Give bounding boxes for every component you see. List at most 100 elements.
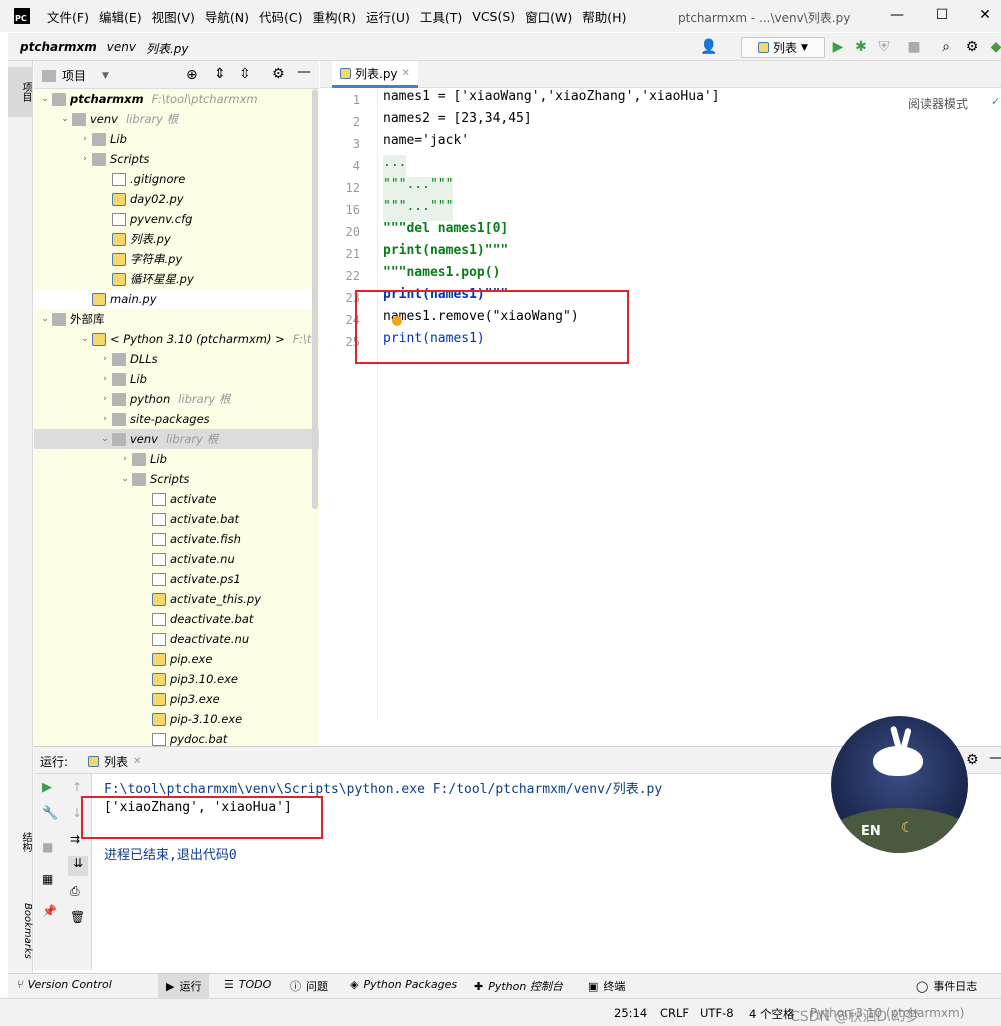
code-line[interactable]: print(names1)""" [383, 243, 508, 265]
breadcrumb-folder[interactable]: venv [107, 40, 136, 57]
code-line[interactable]: """names1.pop() [383, 265, 500, 287]
user-icon[interactable]: 👤 [700, 39, 717, 55]
tree-item[interactable]: ⌄ venv library 根 [58, 109, 178, 129]
stop-icon[interactable]: ■ [42, 840, 53, 854]
code-line[interactable]: """del names1[0] [383, 221, 508, 243]
tree-item[interactable]: deactivate.nu [138, 629, 249, 649]
tree-item[interactable]: pyvenv.cfg [98, 209, 192, 229]
tree-item[interactable]: › DLLs [98, 349, 157, 369]
tree-item[interactable]: .gitignore [98, 169, 185, 189]
tab-list-py[interactable]: 列表.py ✕ [332, 61, 418, 88]
locate-icon[interactable]: ⊕ [186, 67, 198, 83]
tree-item[interactable]: › Scripts [78, 149, 149, 169]
chevron-right-icon[interactable]: › [98, 374, 112, 384]
close-icon[interactable]: ✕ [968, 4, 1001, 28]
line-separator[interactable]: CRLF [660, 1006, 689, 1020]
chevron-right-icon[interactable]: › [78, 154, 92, 164]
chevron-down-icon[interactable]: ▼ [102, 71, 109, 81]
chevron-right-icon[interactable]: › [98, 414, 112, 424]
tool-event-log[interactable]: ◯ 事件日志 [916, 978, 977, 994]
chevron-right-icon[interactable]: › [78, 134, 92, 144]
menu-item[interactable]: 视图(V) [147, 7, 200, 26]
tree-item[interactable]: ⌄< Python 3.10 (ptcharmxm) >F:\tool [78, 329, 319, 349]
soft-wrap-icon[interactable]: ⇉ [70, 832, 80, 846]
tree-item[interactable]: activate.bat [138, 509, 239, 529]
close-tab-icon[interactable]: ✕ [133, 756, 141, 767]
gear-icon[interactable]: ⚙ [964, 39, 980, 55]
scrollbar[interactable] [312, 89, 318, 509]
code-line[interactable]: """...""" [383, 177, 454, 199]
tree-item[interactable]: pip3.10.exe [138, 669, 238, 689]
run-config-select[interactable]: 列表 ▼ [741, 37, 825, 58]
code-line[interactable]: name='jack' [383, 133, 469, 155]
tree-item[interactable]: activate.fish [138, 529, 241, 549]
coverage-icon[interactable]: ⛨ [876, 39, 892, 55]
chevron-down-icon[interactable]: ⌄ [38, 314, 52, 324]
code-line[interactable]: names1 = ['xiaoWang','xiaoZhang','xiaoHu… [383, 89, 720, 111]
chevron-right-icon[interactable]: › [98, 394, 112, 404]
tree-item[interactable]: pip-3.10.exe [138, 709, 242, 729]
breadcrumb-file[interactable]: 列表.py [146, 40, 189, 57]
tree-item[interactable]: 循环星星.py [98, 269, 194, 289]
tool-python-packages[interactable]: ◈ Python Packages [350, 978, 457, 991]
collapse-all-icon[interactable]: ⇳ [239, 66, 251, 82]
cursor-position[interactable]: 25:14 [614, 1006, 647, 1020]
menu-item[interactable]: 窗口(W) [520, 7, 577, 26]
tree-item[interactable]: ⌄ ptcharmxm F:\tool\ptcharmxm [38, 89, 257, 109]
chevron-down-icon[interactable]: ⌄ [118, 474, 132, 484]
wrench-icon[interactable]: 🔧 [42, 806, 58, 821]
menu-item[interactable]: 代码(C) [254, 7, 307, 26]
gear-icon[interactable]: ⚙ [966, 752, 979, 768]
breadcrumb-project[interactable]: ptcharmxm [20, 40, 97, 57]
tool-terminal[interactable]: ▣ 终端 [588, 978, 625, 994]
code-editor[interactable]: 阅读器模式 ✓ names1 = ['xiaoWang','xiaoZhang'… [378, 89, 1001, 719]
code-line[interactable]: ... [383, 155, 407, 177]
tree-item[interactable]: › Lib [78, 129, 127, 149]
menu-item[interactable]: 运行(U) [361, 7, 415, 26]
tab-structure[interactable]: 结构 [8, 827, 33, 857]
gear-icon[interactable]: ⚙ [272, 66, 285, 82]
menu-item[interactable]: 重构(R) [308, 7, 361, 26]
chevron-down-icon[interactable]: ⌄ [38, 94, 52, 104]
tree-item[interactable]: activate.nu [138, 549, 235, 569]
code-line[interactable]: names2 = [23,34,45] [383, 111, 532, 133]
hide-panel-icon[interactable]: — [989, 750, 1001, 766]
tree-item[interactable]: 字符串.py [98, 249, 182, 269]
maximize-icon[interactable]: ☐ [925, 4, 959, 28]
tree-item[interactable]: › Lib [118, 449, 167, 469]
tree-item[interactable]: ⌄ venv library 根 [98, 429, 218, 449]
chevron-down-icon[interactable]: ⌄ [78, 334, 92, 344]
file-encoding[interactable]: UTF-8 [700, 1006, 734, 1020]
tree-item[interactable]: › Lib [98, 369, 147, 389]
up-arrow-icon[interactable]: ↑ [72, 780, 82, 794]
menu-item[interactable]: VCS(S) [467, 9, 520, 24]
stop-icon[interactable]: ■ [906, 39, 922, 55]
menu-item[interactable]: 文件(F) [42, 7, 94, 26]
menu-item[interactable]: 工具(T) [415, 7, 467, 26]
scroll-to-end-icon[interactable]: ⇊ [68, 856, 88, 876]
menu-item[interactable]: 帮助(H) [577, 7, 631, 26]
chevron-right-icon[interactable]: › [118, 454, 132, 464]
tool-python-console[interactable]: ✚ Python 控制台 [474, 978, 563, 994]
debug-icon[interactable]: ✱ [853, 39, 869, 55]
tree-item[interactable]: pip.exe [138, 649, 212, 669]
hide-panel-icon[interactable]: — [297, 64, 311, 80]
search-icon[interactable]: ⌕ [938, 39, 954, 55]
menu-item[interactable]: 编辑(E) [94, 7, 147, 26]
tree-item[interactable]: ⌄ 外部库 [38, 309, 104, 329]
tree-item[interactable]: activate_this.py [138, 589, 261, 609]
layout-icon[interactable]: ▦ [42, 872, 53, 886]
close-tab-icon[interactable]: ✕ [402, 68, 410, 79]
minimize-icon[interactable]: — [880, 4, 914, 28]
tree-item[interactable]: › python library 根 [98, 389, 230, 409]
tool-problems[interactable]: ⓘ 问题 [290, 978, 328, 994]
tool-todo[interactable]: ☰ TODO [224, 978, 271, 991]
tab-project[interactable]: 项目 [8, 67, 33, 117]
reader-mode-toggle[interactable]: 阅读器模式 [908, 95, 968, 112]
tool-version-control[interactable]: ⑂ Version Control [16, 978, 112, 991]
tree-item[interactable]: ⌄ Scripts [118, 469, 189, 489]
trash-icon[interactable]: 🗑 [70, 910, 85, 924]
print-icon[interactable]: ⎙ [70, 884, 80, 899]
tree-item[interactable]: › site-packages [98, 409, 209, 429]
tree-item[interactable]: pip3.exe [138, 689, 220, 709]
